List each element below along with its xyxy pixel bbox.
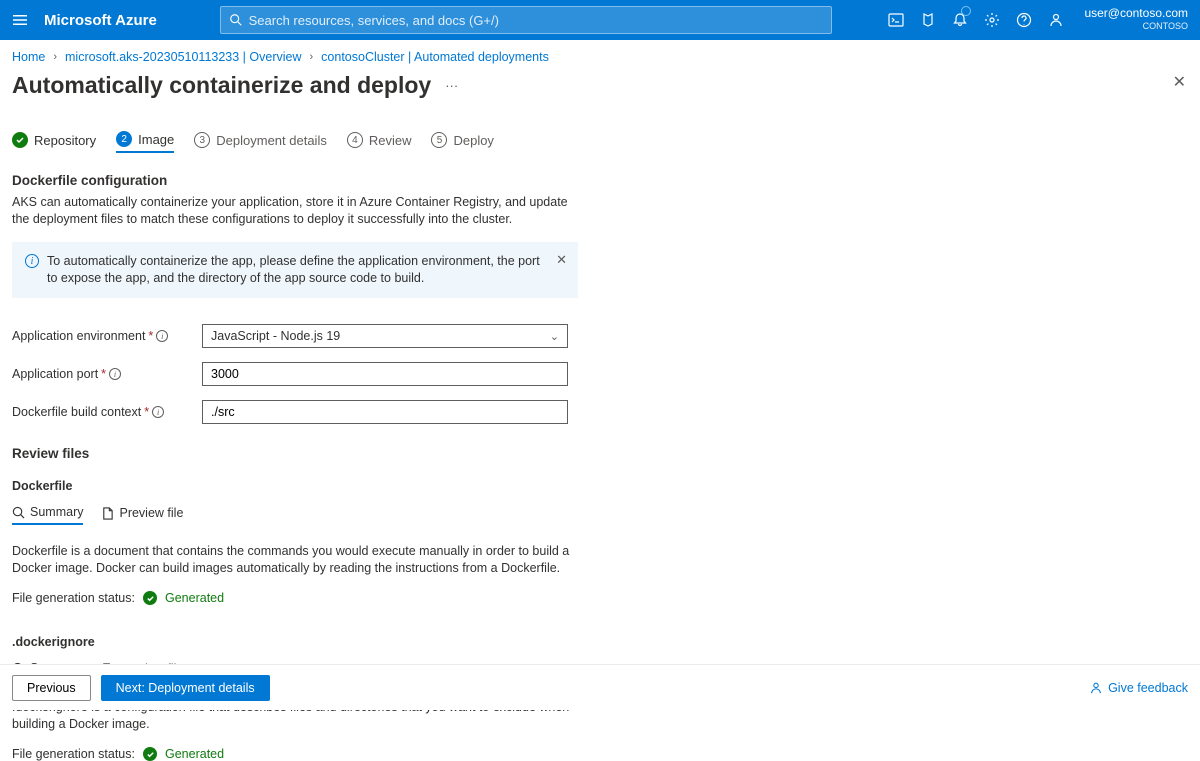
check-icon — [143, 747, 157, 761]
info-icon: i — [25, 254, 39, 268]
ctx-input[interactable] — [202, 400, 568, 424]
step-deploy[interactable]: 5 Deploy — [431, 132, 493, 152]
dockerignore-status-value: Generated — [165, 747, 224, 761]
more-actions-icon[interactable]: ··· — [441, 74, 462, 97]
dockerignore-title: .dockerignore — [12, 635, 578, 649]
dockerfile-summary-tab[interactable]: Summary — [12, 505, 83, 525]
give-feedback-link[interactable]: Give feedback — [1089, 681, 1188, 695]
settings-icon[interactable] — [976, 0, 1008, 40]
next-button[interactable]: Next: Deployment details — [101, 675, 270, 701]
check-icon — [143, 591, 157, 605]
search-input[interactable] — [249, 13, 823, 28]
ctx-info-icon[interactable]: i — [152, 406, 164, 418]
user-account[interactable]: user@contoso.com CONTOSO — [1072, 7, 1200, 33]
review-files-heading: Review files — [12, 446, 578, 461]
dockerfile-config-heading: Dockerfile configuration — [12, 173, 578, 188]
previous-button[interactable]: Previous — [12, 675, 91, 701]
global-search[interactable] — [220, 6, 832, 34]
dockerfile-status-value: Generated — [165, 591, 224, 605]
info-close-icon[interactable]: ✕ — [556, 251, 567, 268]
env-info-icon[interactable]: i — [156, 330, 168, 342]
breadcrumb-resource[interactable]: microsoft.aks-20230510113233 | Overview — [65, 50, 301, 64]
breadcrumb-home[interactable]: Home — [12, 50, 45, 64]
notification-dot — [961, 6, 971, 16]
user-email: user@contoso.com — [1084, 7, 1188, 20]
info-text: To automatically containerize the app, p… — [47, 253, 547, 287]
dockerfile-preview-tab[interactable]: Preview file — [101, 505, 183, 525]
step-deployment-details[interactable]: 3 Deployment details — [194, 132, 327, 152]
cloud-shell-icon[interactable] — [880, 0, 912, 40]
step-image[interactable]: 2 Image — [116, 131, 174, 153]
directories-icon[interactable] — [912, 0, 944, 40]
ctx-label: Dockerfile build context*i — [12, 405, 202, 419]
user-org: CONTOSO — [1084, 20, 1188, 33]
env-select[interactable]: JavaScript - Node.js 19 ⌄ — [202, 324, 568, 348]
dockerignore-status-label: File generation status: — [12, 747, 135, 761]
dockerfile-config-desc: AKS can automatically containerize your … — [12, 194, 578, 228]
info-banner: i To automatically containerize the app,… — [12, 242, 578, 298]
port-input[interactable] — [202, 362, 568, 386]
breadcrumb: Home › microsoft.aks-20230510113233 | Ov… — [0, 40, 1200, 70]
chevron-down-icon: ⌄ — [550, 330, 559, 343]
breadcrumb-cluster[interactable]: contosoCluster | Automated deployments — [321, 50, 549, 64]
feedback-icon[interactable] — [1040, 0, 1072, 40]
env-label: Application environment*i — [12, 329, 202, 343]
page-title: Automatically containerize and deploy — [12, 72, 431, 99]
step-repository[interactable]: Repository — [12, 132, 96, 152]
brand-label: Microsoft Azure — [40, 12, 171, 29]
port-info-icon[interactable]: i — [109, 368, 121, 380]
wizard-steps: Repository 2 Image 3 Deployment details … — [0, 103, 1200, 163]
dockerfile-status-label: File generation status: — [12, 591, 135, 605]
menu-button[interactable] — [0, 0, 40, 40]
dockerfile-desc: Dockerfile is a document that contains t… — [12, 543, 578, 577]
port-label: Application port*i — [12, 367, 202, 381]
dockerfile-title: Dockerfile — [12, 479, 578, 493]
step-review[interactable]: 4 Review — [347, 132, 412, 152]
notifications-icon[interactable] — [944, 0, 976, 40]
help-icon[interactable] — [1008, 0, 1040, 40]
close-button[interactable]: ✕ — [1173, 72, 1186, 92]
